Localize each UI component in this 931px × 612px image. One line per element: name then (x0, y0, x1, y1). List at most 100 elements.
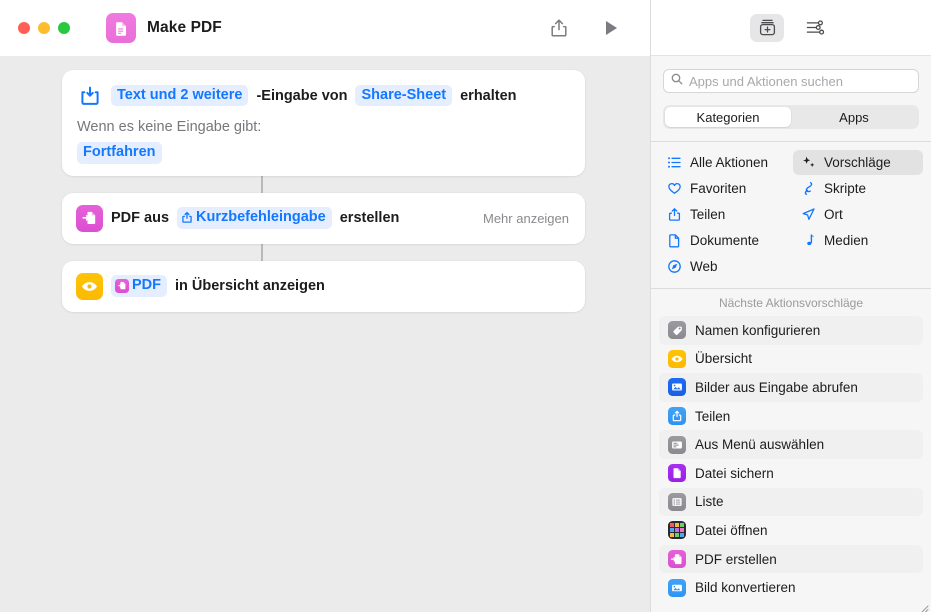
sidebar-item-favoriten[interactable]: Favoriten (659, 176, 789, 201)
list-item[interactable]: Aus Menü auswählen (659, 430, 923, 459)
menu-window-icon (668, 435, 686, 454)
list-item[interactable]: Datei sichern (659, 459, 923, 488)
search-input[interactable] (689, 73, 911, 89)
sidebar-item-medien[interactable]: Medien (793, 228, 923, 253)
shortcuts-window: Make PDF Text und 2 weitere -Eingabe von… (0, 0, 931, 612)
suggestions-section-header: Nächste Aktionsvorschläge (718, 296, 864, 310)
image-convert-icon (668, 578, 686, 597)
sidebar-item-skripte[interactable]: Skripte (793, 176, 923, 201)
shortcut-icon (106, 13, 136, 43)
list-item[interactable]: Übersicht (659, 345, 923, 374)
action-card[interactable]: PDF aus Kurzbefehleingabe erstellen Mehr… (62, 192, 585, 244)
tag-icon (668, 321, 686, 340)
category-grid: Alle Aktionen Vorschläge Favoriten Skrip… (651, 142, 931, 288)
action-token-continue[interactable]: Fortfahren (77, 142, 162, 164)
list-item-label: Namen konfigurieren (695, 322, 821, 338)
sidebar-item-vorschlaege[interactable]: Vorschläge (793, 149, 923, 175)
maximize-window-button[interactable] (58, 22, 70, 34)
action-text: erhalten (460, 87, 517, 104)
action-token-input-type[interactable]: Text und 2 weitere (111, 84, 249, 107)
sidebar-item-label: Medien (824, 232, 869, 248)
sidebar-toolbar (651, 0, 931, 56)
sidebar-item-label: Dokumente (690, 232, 760, 248)
window-resize-handle[interactable] (919, 600, 929, 612)
safari-compass-icon (666, 258, 682, 274)
pdf-mini-icon (115, 278, 129, 293)
pdf-document-glyph (115, 21, 126, 36)
list-item-label: PDF erstellen (695, 551, 777, 567)
list-icon (668, 492, 686, 511)
finder-grid-cells (670, 523, 684, 538)
sidebar-item-teilen[interactable]: Teilen (659, 202, 789, 227)
share-glyph (182, 212, 192, 223)
document-icon (666, 232, 682, 248)
action-token-pdf[interactable]: PDF (111, 275, 167, 297)
sidebar-item-web[interactable]: Web (659, 254, 789, 279)
close-window-button[interactable] (18, 22, 30, 34)
list-item-label: Bild konvertieren (695, 580, 796, 596)
list-item-label: Bilder aus Eingabe abrufen (695, 379, 858, 395)
list-item-label: Übersicht (695, 351, 753, 367)
search-icon (671, 72, 683, 90)
action-library-sidebar: Kategorien Apps Alle Aktionen (650, 0, 931, 612)
list-item-label: Aus Menü auswählen (695, 437, 825, 453)
action-subrow: Wenn es keine Eingabe gibt: Fortfahren (76, 119, 571, 164)
workflow-canvas: Text und 2 weitere -Eingabe von Share-Sh… (0, 56, 650, 612)
sidebar-item-dokumente[interactable]: Dokumente (659, 228, 789, 253)
action-row: Text und 2 weitere -Eingabe von Share-Sh… (76, 82, 571, 109)
page-title: Make PDF (147, 19, 222, 36)
action-connector (261, 243, 263, 261)
share-icon (666, 206, 682, 222)
sidebar-item-label: Alle Aktionen (690, 154, 769, 170)
action-text: in Übersicht anzeigen (175, 278, 325, 295)
list-item[interactable]: Bild konvertieren (659, 573, 923, 602)
sidebar-item-label: Vorschläge (824, 154, 891, 170)
suggestions-list: Namen konfigurieren Übersicht Bilder aus… (651, 316, 931, 602)
share-icon[interactable] (548, 17, 570, 39)
share-icon (668, 407, 686, 426)
minimize-window-button[interactable] (38, 22, 50, 34)
pdf-icon (668, 550, 686, 569)
token-label: Kurzbefehleingabe (196, 209, 326, 226)
heart-icon (666, 180, 682, 196)
action-card[interactable]: PDF in Übersicht anzeigen (62, 260, 585, 312)
search-field[interactable] (663, 69, 919, 93)
library-mode-segmented-control[interactable]: Kategorien Apps (663, 105, 919, 129)
list-item[interactable]: Datei öffnen (659, 516, 923, 545)
no-input-option[interactable]: Fortfahren (77, 142, 571, 164)
sidebar-item-label: Web (690, 258, 718, 274)
list-bullet-icon (666, 154, 682, 170)
tab-kategorien[interactable]: Kategorien (665, 107, 791, 127)
traffic-light-buttons[interactable] (18, 22, 70, 34)
workflow-editor-pane: Make PDF Text und 2 weitere -Eingabe von… (0, 0, 650, 612)
window-titlebar: Make PDF (0, 0, 650, 56)
location-arrow-icon (800, 206, 816, 222)
play-icon[interactable] (600, 17, 622, 39)
sparkles-icon (800, 154, 816, 170)
sidebar-item-ort[interactable]: Ort (793, 202, 923, 227)
finder-grid-icon (668, 521, 686, 540)
list-item[interactable]: PDF erstellen (659, 544, 923, 574)
tab-apps[interactable]: Apps (791, 107, 917, 127)
action-row: PDF in Übersicht anzeigen (76, 272, 571, 300)
script-icon (800, 180, 816, 196)
show-more-button[interactable]: Mehr anzeigen (483, 211, 571, 226)
action-card[interactable]: Text und 2 weitere -Eingabe von Share-Sh… (62, 70, 585, 176)
action-token-shortcut-input[interactable]: Kurzbefehleingabe (177, 207, 332, 229)
list-item[interactable]: Namen konfigurieren (659, 316, 923, 345)
list-item-label: Teilen (695, 408, 731, 424)
sidebar-item-alle-aktionen[interactable]: Alle Aktionen (659, 150, 789, 175)
action-text: PDF aus (111, 210, 170, 227)
list-item[interactable]: Teilen (659, 402, 923, 431)
list-item[interactable]: Bilder aus Eingabe abrufen (659, 373, 923, 402)
no-input-label: Wenn es keine Eingabe gibt: (77, 119, 262, 135)
sliders-settings-icon[interactable] (798, 14, 832, 42)
quick-look-eye-icon (76, 272, 103, 300)
action-library-icon[interactable] (750, 13, 784, 42)
action-token-source[interactable]: Share-Sheet (355, 84, 453, 107)
list-item-label: Datei öffnen (695, 522, 768, 538)
list-item[interactable]: Liste (659, 487, 923, 517)
music-note-icon (800, 232, 816, 248)
token-label: PDF (132, 277, 161, 294)
titlebar-actions (548, 17, 634, 39)
